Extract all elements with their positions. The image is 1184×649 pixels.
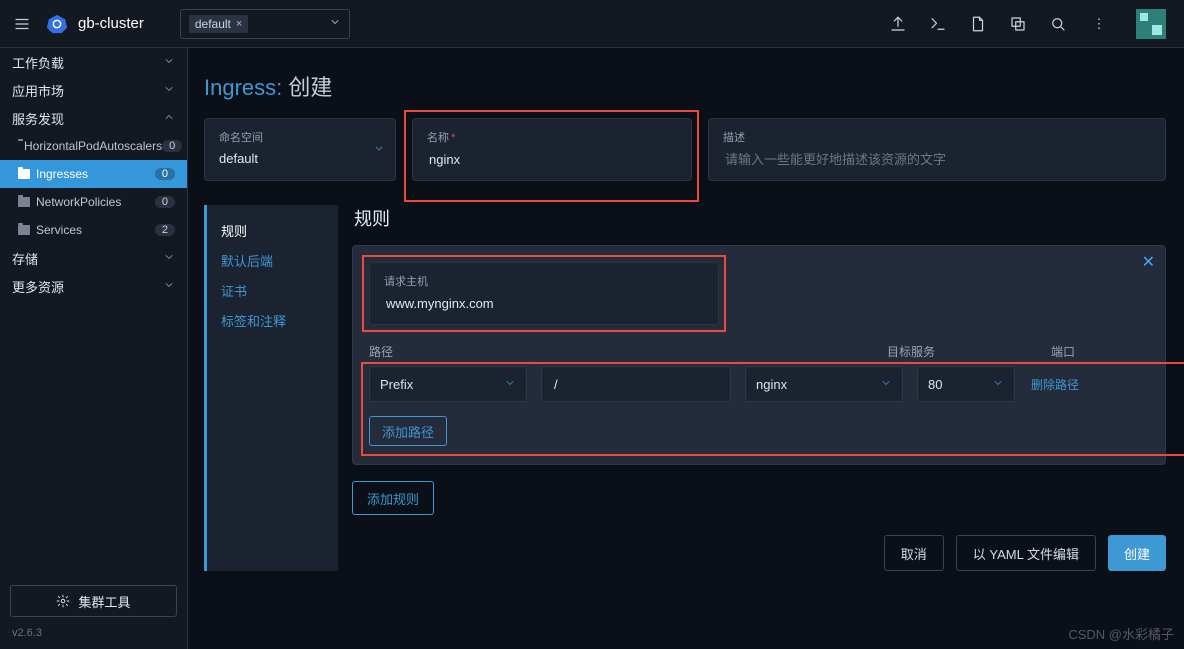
field-label: 名称*	[427, 129, 677, 145]
folder-icon	[18, 225, 30, 235]
name-field[interactable]: 名称*	[412, 118, 692, 181]
sidebar-item-label: NetworkPolicies	[36, 195, 121, 209]
field-value: default	[219, 151, 381, 166]
edit-yaml-button[interactable]: 以 YAML 文件编辑	[956, 535, 1096, 571]
sidebar-group-storage[interactable]: 存储	[0, 244, 187, 272]
sidebar-group-label: 服务发现	[12, 109, 64, 128]
select-value: Prefix	[380, 377, 413, 392]
field-label: 描述	[723, 129, 1151, 145]
folder-icon	[18, 169, 30, 179]
page-title: Ingress: 创建	[204, 70, 1166, 102]
path-type-select[interactable]: Prefix	[369, 366, 527, 402]
sidebar: 工作负载 应用市场 服务发现 HorizontalPodAutoscalers0…	[0, 48, 188, 649]
count-badge: 0	[155, 196, 175, 208]
topbar-actions: ⋮	[888, 9, 1174, 39]
col-service: 目标服务	[887, 343, 1037, 360]
cluster-tools-label: 集群工具	[78, 592, 130, 611]
host-field[interactable]: 请求主机	[369, 262, 719, 325]
chevron-down-icon	[163, 55, 175, 70]
folder-icon	[18, 197, 30, 207]
sidebar-item-label: Ingresses	[36, 167, 88, 181]
namespace-select[interactable]: default ×	[180, 9, 350, 39]
sidebar-item-label: HorizontalPodAutoscalers	[24, 139, 162, 153]
col-path: 路径	[369, 343, 669, 360]
select-value: 80	[928, 377, 942, 392]
host-input[interactable]	[384, 295, 704, 312]
cluster-name[interactable]: gb-cluster	[78, 15, 144, 32]
chevron-down-icon	[992, 377, 1004, 392]
main: Ingress: 创建 命名空间 default 名称* 描述	[188, 48, 1184, 649]
sidebar-item-networkpolicies[interactable]: NetworkPolicies 0	[0, 188, 187, 216]
col-port: 端口	[1051, 343, 1149, 360]
field-label: 命名空间	[219, 129, 381, 145]
count-badge: 2	[155, 224, 175, 236]
sidebar-group-workloads[interactable]: 工作负载	[0, 48, 187, 76]
shell-icon[interactable]	[928, 14, 948, 34]
chevron-down-icon	[373, 142, 385, 157]
copy-icon[interactable]	[1008, 14, 1028, 34]
section-tab-certs[interactable]: 证书	[207, 275, 338, 305]
path-columns: 路径 目标服务 端口	[369, 343, 1149, 360]
sidebar-group-more[interactable]: 更多资源	[0, 272, 187, 300]
form-footer: 取消 以 YAML 文件编辑 创建	[352, 535, 1166, 571]
namespace-chip-label: default	[195, 17, 231, 31]
sidebar-group-label: 应用市场	[12, 81, 64, 100]
panel-title: 规则	[354, 205, 1166, 231]
search-icon[interactable]	[1048, 14, 1068, 34]
delete-path-link[interactable]: 删除路径	[1031, 376, 1079, 393]
chevron-up-icon	[163, 111, 175, 126]
chevron-down-icon	[163, 251, 175, 266]
sidebar-item-hpa[interactable]: HorizontalPodAutoscalers0	[0, 132, 187, 160]
kebab-menu-icon[interactable]: ⋮	[1088, 14, 1108, 34]
chevron-down-icon	[163, 83, 175, 98]
count-badge: 0	[162, 140, 182, 152]
cancel-button[interactable]: 取消	[884, 535, 944, 571]
sidebar-group-label: 存储	[12, 249, 38, 268]
chevron-down-icon	[329, 16, 341, 31]
rules-panel: 规则 ✕ 请求主机 路径 目标服务 端口	[352, 205, 1166, 571]
close-icon[interactable]: ✕	[1142, 252, 1155, 272]
cluster-tools-button[interactable]: 集群工具	[10, 585, 177, 617]
rule-card: ✕ 请求主机 路径 目标服务 端口 Prefix	[352, 245, 1166, 465]
section-tab-default-backend[interactable]: 默认后端	[207, 245, 338, 275]
hamburger-icon[interactable]	[0, 15, 44, 33]
field-label: 请求主机	[384, 273, 704, 289]
namespace-chip-close-icon[interactable]: ×	[236, 18, 242, 30]
name-input[interactable]	[427, 151, 677, 168]
sidebar-group-label: 工作负载	[12, 53, 64, 72]
section-tab-rules[interactable]: 规则	[207, 215, 338, 245]
target-service-select[interactable]: nginx	[745, 366, 903, 402]
kubernetes-logo-icon	[44, 11, 70, 37]
add-rule-button[interactable]: 添加规则	[352, 481, 434, 515]
add-path-button[interactable]: 添加路径	[369, 416, 447, 446]
chevron-down-icon	[504, 377, 516, 392]
count-badge: 0	[155, 168, 175, 180]
create-button[interactable]: 创建	[1108, 535, 1166, 571]
chevron-down-icon	[880, 377, 892, 392]
import-icon[interactable]	[888, 14, 908, 34]
section-tab-labels[interactable]: 标签和注释	[207, 305, 338, 335]
port-select[interactable]: 80	[917, 366, 1015, 402]
file-icon[interactable]	[968, 14, 988, 34]
sidebar-group-label: 更多资源	[12, 277, 64, 296]
select-value: nginx	[756, 377, 787, 392]
namespace-field[interactable]: 命名空间 default	[204, 118, 396, 181]
description-input[interactable]	[723, 151, 1151, 168]
chevron-down-icon	[163, 279, 175, 294]
top-bar: gb-cluster default × ⋮	[0, 0, 1184, 48]
description-field[interactable]: 描述	[708, 118, 1166, 181]
namespace-chip[interactable]: default ×	[189, 15, 248, 33]
version-label: v2.6.3	[0, 627, 187, 649]
sidebar-group-discovery[interactable]: 服务发现	[0, 104, 187, 132]
sidebar-item-label: Services	[36, 223, 82, 237]
form-section-nav: 规则 默认后端 证书 标签和注释	[204, 205, 338, 571]
sidebar-group-apps[interactable]: 应用市场	[0, 76, 187, 104]
path-input[interactable]	[541, 366, 731, 402]
avatar[interactable]	[1136, 9, 1166, 39]
path-row: Prefix nginx 80 删除路径	[369, 366, 1149, 402]
sidebar-item-ingresses[interactable]: Ingresses 0	[0, 160, 187, 188]
sidebar-item-services[interactable]: Services 2	[0, 216, 187, 244]
